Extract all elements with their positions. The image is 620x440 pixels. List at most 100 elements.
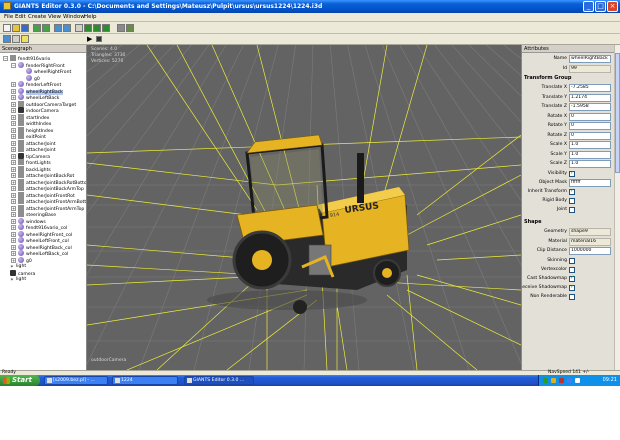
expand-toggle-icon[interactable]: + [11, 95, 16, 100]
tree-node[interactable]: ✶ light [10, 276, 26, 283]
expand-toggle-icon[interactable]: + [11, 218, 16, 224]
rotate-icon[interactable] [93, 24, 101, 32]
attribute-checkbox[interactable] [569, 188, 575, 195]
attribute-value-field[interactable]: 1.0 [569, 141, 611, 149]
expand-toggle-icon[interactable]: + [11, 108, 16, 113]
export-icon[interactable] [42, 24, 50, 32]
attribute-checkbox[interactable] [569, 257, 575, 264]
minimize-button[interactable]: _ [583, 1, 594, 12]
shape-node-icon [18, 256, 24, 263]
close-button[interactable]: × [607, 1, 618, 12]
expand-toggle-icon[interactable]: + [11, 134, 16, 139]
select-icon[interactable] [75, 24, 83, 32]
expand-toggle-icon[interactable]: + [11, 147, 16, 152]
maximize-button[interactable]: □ [595, 1, 606, 12]
camera-icon[interactable] [3, 35, 11, 43]
expand-toggle-icon[interactable]: + [11, 205, 16, 211]
attribute-value-field[interactable]: -7.2585 [569, 84, 611, 92]
open-icon[interactable] [12, 24, 20, 32]
attribute-value-field[interactable]: 1.0 [569, 150, 611, 159]
scrollbar-thumb[interactable] [615, 53, 620, 173]
expand-toggle-icon[interactable]: + [11, 257, 16, 263]
terrain-icon[interactable] [126, 24, 134, 32]
expand-toggle-icon[interactable]: + [11, 244, 16, 250]
expand-toggle-icon[interactable]: + [11, 166, 16, 172]
attribute-value-field[interactable]: 1000000 [569, 247, 611, 255]
menu-edit[interactable]: Edit [15, 14, 26, 20]
expand-toggle-icon[interactable]: − [3, 56, 8, 61]
title-bar[interactable]: GIANTS Editor 0.3.0 - C:\Documents and S… [0, 0, 620, 13]
tray-icon[interactable] [543, 378, 548, 383]
play-icon[interactable]: ▶ [87, 35, 95, 43]
tractor-model[interactable]: URSUS914 [207, 134, 410, 314]
expand-toggle-icon[interactable]: + [11, 121, 16, 126]
attribute-value-field[interactable]: material16 [569, 237, 611, 246]
undo-icon[interactable] [54, 24, 62, 32]
move-icon[interactable] [84, 24, 92, 32]
new-icon[interactable] [3, 24, 11, 32]
tray-icon[interactable] [551, 378, 556, 383]
settings-icon[interactable] [117, 24, 125, 32]
import-icon[interactable] [33, 24, 41, 32]
attribute-value-field[interactable]: 0 [569, 122, 611, 130]
attribute-checkbox[interactable] [569, 207, 575, 213]
attribute-value-field[interactable]: 0 [569, 112, 611, 121]
redo-icon[interactable] [63, 24, 71, 32]
expand-toggle-icon[interactable]: + [11, 225, 16, 230]
expand-toggle-icon[interactable]: + [11, 173, 16, 178]
attribute-checkbox[interactable] [569, 198, 575, 204]
attribute-checkbox[interactable] [569, 275, 575, 282]
expand-toggle-icon[interactable]: + [11, 82, 16, 87]
attribute-label: Translate Y [541, 94, 567, 100]
transform-group-icon [10, 55, 16, 61]
taskbar-button[interactable]: [s2009.bez.pl] - ... [44, 376, 108, 385]
3d-viewport[interactable]: URSUS 914 Scenes: 4.0 Triangles: 3730 Ver… [87, 45, 521, 370]
menu-help[interactable]: Help [84, 14, 97, 20]
expand-toggle-icon[interactable]: − [11, 62, 16, 68]
attribute-checkbox[interactable] [569, 284, 575, 291]
light-icon[interactable] [21, 35, 29, 43]
expand-toggle-icon[interactable]: + [11, 231, 16, 237]
tray-icon[interactable] [559, 378, 564, 383]
expand-toggle-icon[interactable]: + [11, 238, 16, 243]
attribute-value-field[interactable]: shape9 [569, 228, 611, 236]
menu-create[interactable]: Create [28, 14, 46, 20]
taskbar-button[interactable]: GIANTS Editor 0.3.0 ... [184, 376, 254, 385]
tray-icon[interactable] [567, 378, 572, 383]
expand-toggle-icon[interactable]: + [11, 114, 16, 120]
expand-toggle-icon[interactable]: + [11, 88, 16, 94]
attribute-value-field[interactable]: -1.5958 [569, 103, 611, 111]
menu-window[interactable]: Window [63, 14, 85, 20]
expand-toggle-icon[interactable]: + [11, 179, 16, 185]
attribute-value-field[interactable]: wheelRightBack [569, 55, 611, 63]
stop-icon[interactable] [96, 36, 102, 42]
attribute-checkbox[interactable] [569, 266, 575, 273]
start-button[interactable]: Start [0, 375, 40, 386]
save-icon[interactable] [21, 24, 29, 32]
attribute-value-field[interactable]: 1.0 [569, 160, 611, 168]
attribute-checkbox[interactable] [569, 293, 575, 300]
expand-toggle-icon[interactable]: + [11, 140, 16, 146]
expand-toggle-icon[interactable]: + [11, 101, 16, 107]
expand-toggle-icon[interactable]: + [11, 251, 16, 256]
expand-toggle-icon[interactable]: + [11, 212, 16, 217]
attribute-value-field[interactable]: 99 [569, 64, 611, 73]
attribute-value-field[interactable]: 0 [569, 131, 611, 140]
menu-view[interactable]: View [48, 14, 61, 20]
taskbar-button[interactable]: 1224 [112, 376, 178, 385]
expand-toggle-icon[interactable]: + [11, 199, 16, 204]
scale-icon[interactable] [102, 24, 110, 32]
grid-icon[interactable] [12, 35, 20, 43]
expand-toggle-icon[interactable]: + [11, 153, 16, 159]
expand-toggle-icon[interactable]: + [11, 160, 16, 165]
menu-file[interactable]: File [4, 14, 13, 20]
attributes-scrollbar[interactable] [614, 45, 620, 370]
attribute-value-field[interactable]: 1.2174 [569, 93, 611, 102]
viewport-canvas[interactable]: URSUS914 [87, 45, 521, 370]
expand-toggle-icon[interactable]: + [11, 192, 16, 198]
expand-toggle-icon[interactable]: + [11, 127, 16, 133]
attribute-checkbox[interactable] [569, 170, 575, 177]
attribute-value-field[interactable]: ffffff [569, 178, 611, 187]
tray-icon[interactable] [575, 378, 580, 383]
expand-toggle-icon[interactable]: + [11, 186, 16, 191]
